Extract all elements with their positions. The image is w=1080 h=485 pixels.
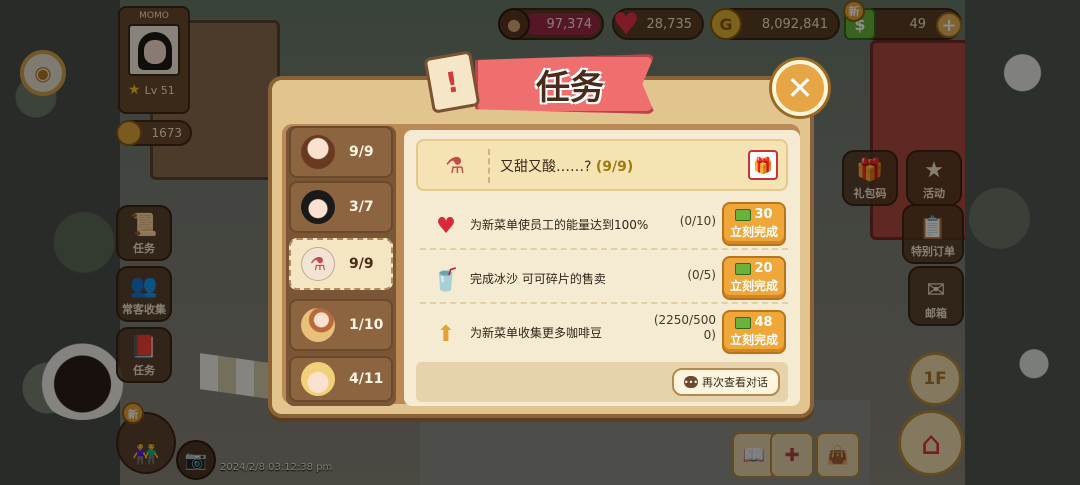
tab-progress: 4/11 [349,371,384,387]
drink-icon: ⚗ [445,153,465,179]
character-tabs: 9/9 3/7 ⚗ 9/9 1/10 4/11 [286,126,396,406]
task-book-icon: ! [423,50,481,114]
close-button[interactable]: ✕ [772,60,828,116]
task-progress: (2250/5000) [653,313,716,342]
complete-cost: 20 [754,261,773,276]
complete-cost: 30 [754,207,773,222]
tab-character-4[interactable]: 1/10 [289,299,393,351]
review-dialogue-button[interactable]: ••• 再次查看对话 [672,368,780,396]
reward-gift-icon[interactable]: 🎁 [748,150,778,180]
close-icon: ✕ [786,69,814,107]
quest-header: ⚗ 又甜又酸……? (9/9) 🎁 [416,139,788,191]
smoothie-icon: 🥤 [432,267,460,293]
review-dialogue-label: 再次查看对话 [702,376,768,389]
tab-progress: 9/9 [349,144,374,160]
task-progress: (0/5) [687,268,716,282]
quest-title-text: 又甜又酸……? [500,159,592,175]
coffee-bean-upgrade-icon: ⬆ [436,321,456,347]
task-row: ⬆ 为新菜单收集更多咖啡豆 (2250/5000) 48 立刻完成 [420,308,788,358]
tab-character-5[interactable]: 4/11 [289,356,393,402]
cash-icon [735,316,752,329]
instant-complete-button[interactable]: 20 立刻完成 [722,256,786,300]
drink-icon: ⚗ [301,247,335,281]
quest-progress: (9/9) [595,159,634,175]
redhead-portrait-icon [301,308,335,342]
cash-icon [735,208,752,221]
dialog-title: 任务 [536,67,604,108]
tab-progress: 3/7 [349,199,374,215]
energy-heart-icon: ♥ [436,213,456,239]
blonde-portrait-icon [301,362,335,396]
dark-hair-portrait-icon [301,190,335,224]
complete-label: 立刻完成 [729,333,778,347]
tab-progress: 9/9 [349,256,374,272]
cash-icon [735,262,752,275]
complete-cost: 48 [754,315,773,330]
complete-label: 立刻完成 [729,225,778,239]
task-progress: (0/10) [679,214,716,228]
task-row: 🥤 完成冰沙 可可碎片的售卖 (0/5) 20 立刻完成 [420,254,788,304]
tab-character-2[interactable]: 3/7 [289,181,393,233]
task-name: 为新菜单收集更多咖啡豆 [470,326,603,340]
task-name: 为新菜单使员工的能量达到100% [470,218,649,232]
couple-portrait-icon [301,135,335,169]
tab-progress: 1/10 [349,317,384,333]
instant-complete-button[interactable]: 48 立刻完成 [722,310,786,354]
quest-title: 又甜又酸……? (9/9) [500,156,633,176]
tab-character-1[interactable]: 9/9 [289,126,393,178]
task-row: ♥ 为新菜单使员工的能量达到100% (0/10) 30 立刻完成 [420,200,788,250]
complete-label: 立刻完成 [729,279,778,293]
chat-bubble-icon: ••• [683,376,699,388]
instant-complete-button[interactable]: 30 立刻完成 [722,202,786,246]
task-name: 完成冰沙 可可碎片的售卖 [470,272,606,286]
tab-character-3[interactable]: ⚗ 9/9 [289,238,393,290]
